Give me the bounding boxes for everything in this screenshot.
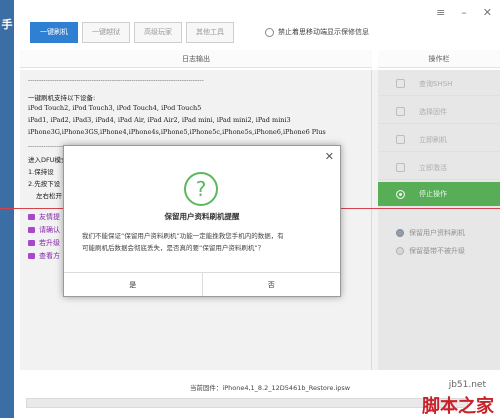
one-click-jailbreak-button[interactable]: 一键越狱 [82,22,130,43]
progress-bar [26,398,468,408]
dialog-message-line-2: 可能刷机后数据会彻底丢失，是否真的要“保留用户资料刷机”？ [82,244,265,252]
keep-data-dialog: ✕ ? 保留用户资料刷机提醒 我们不能保证“保留用户资料刷机”功能一定能挽救您手… [63,145,341,297]
menu-icon[interactable]: ≡ [436,6,445,19]
left-strip-glyph: 手 [1,18,13,31]
current-firmware: 当前固件：iPhone4,1_8.2_12D5461b_Restore.ipsw [189,384,351,392]
radio-circle-icon[interactable] [265,27,274,37]
top-toolbar: 一键刷机 一键越狱 高级玩家 其他工具 禁止着思移动端显示保修信息 ≡ – ✕ [14,0,500,48]
dialog-title: 保留用户资料刷机提醒 [164,212,240,221]
dialog-close-icon[interactable]: ✕ [325,150,334,163]
dialog-button-row: 是 否 [64,272,340,296]
window-controls: ≡ – ✕ [436,6,492,19]
disable-warranty-label: 禁止着思移动端显示保修信息 [278,28,369,36]
minimize-icon[interactable]: – [461,6,467,19]
advanced-player-button[interactable]: 高级玩家 [134,22,182,43]
watermark-brand: 脚本之家 [422,396,494,417]
left-strip: 手 [0,0,14,418]
other-tools-button[interactable]: 其他工具 [186,22,234,43]
one-click-flash-button[interactable]: 一键刷机 [30,22,78,43]
dialog-message-line-1: 我们不能保证“保留用户资料刷机”功能一定能挽救您手机内的数据，有 [82,232,284,240]
close-window-icon[interactable]: ✕ [483,6,492,19]
question-icon: ? [184,172,218,206]
disable-warranty-option[interactable]: 禁止着思移动端显示保修信息 [265,26,369,38]
log-header: 日志输出 [20,50,372,68]
no-button[interactable]: 否 [201,273,341,296]
yes-button[interactable]: 是 [64,273,202,296]
ops-header: 操作栏 [378,50,500,68]
watermark-url: jb51.net [448,380,486,390]
